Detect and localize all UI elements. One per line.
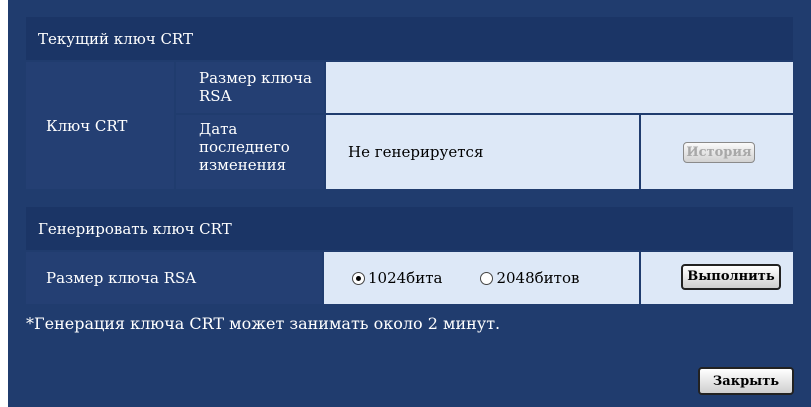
last-modified-label: Дата последнего изменения (199, 120, 290, 174)
generate-rsa-size-label: Размер ключа RSA (46, 269, 197, 287)
rsa-option-1024-label: 1024бита (368, 269, 443, 287)
radio-selected-icon[interactable] (352, 271, 365, 285)
rsa-option-1024[interactable]: 1024бита (352, 269, 442, 287)
crt-key-dialog: Текущий ключ CRT Ключ CRT Размер ключа R… (8, 0, 811, 407)
crt-key-label: Ключ CRT (46, 116, 128, 135)
rsa-size-label-cell: Размер ключа RSA (176, 62, 324, 113)
radio-unselected-icon[interactable] (480, 271, 494, 285)
generate-key-title: Генерировать ключ CRT (38, 219, 232, 238)
history-button-cell: История (641, 115, 793, 189)
generation-note: *Генерация ключа CRT может занимать окол… (26, 314, 501, 333)
execute-button-cell: Выполнить (641, 252, 793, 304)
last-modified-value: Не генерируется (348, 143, 484, 161)
rsa-size-value-cell (326, 62, 793, 113)
rsa-option-2048-label: 2048битов (496, 269, 580, 287)
close-button[interactable]: Закрыть (698, 367, 794, 395)
history-button[interactable]: История (683, 142, 755, 163)
rsa-size-options-cell: 1024бита 2048битов (324, 252, 639, 304)
execute-button[interactable]: Выполнить (681, 264, 781, 290)
generate-key-header: Генерировать ключ CRT (26, 207, 793, 250)
last-modified-value-cell: Не генерируется (326, 115, 639, 189)
generate-rsa-size-label-cell: Размер ключа RSA (26, 252, 322, 304)
rsa-option-2048[interactable]: 2048битов (480, 269, 579, 287)
rsa-size-label: Размер ключа RSA (199, 69, 312, 105)
current-key-header: Текущий ключ CRT (26, 17, 793, 60)
last-modified-label-cell: Дата последнего изменения (176, 115, 324, 189)
crt-key-label-cell: Ключ CRT (26, 62, 174, 189)
current-key-title: Текущий ключ CRT (38, 29, 193, 48)
